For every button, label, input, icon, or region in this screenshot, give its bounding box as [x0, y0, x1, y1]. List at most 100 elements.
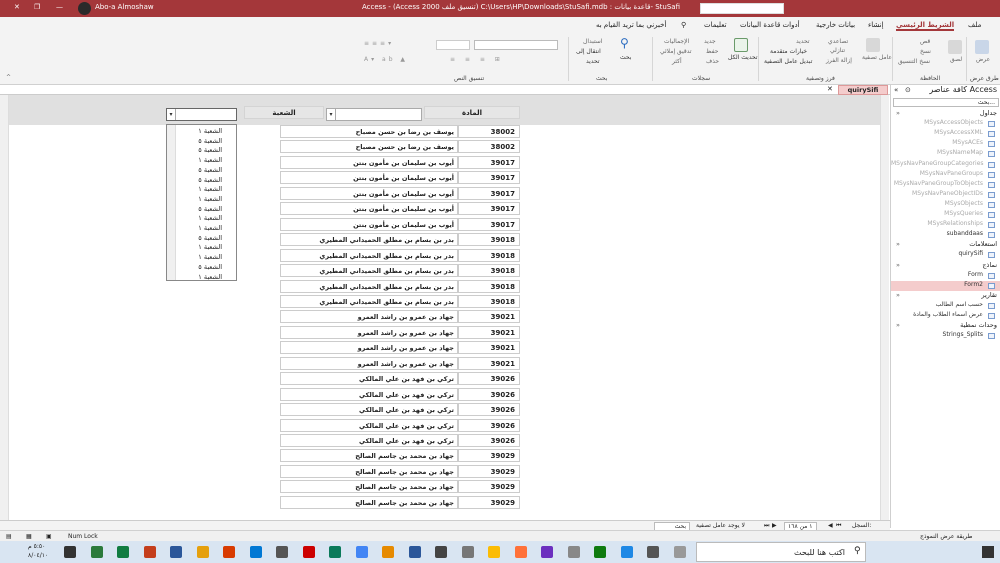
table-row[interactable]: جهاد بن عمرو بن راشد العمرو 39021: [0, 325, 880, 341]
table-row[interactable]: أيوب بن سليمان بن مأمون بنتن 39017: [0, 186, 880, 202]
tab-database-tools[interactable]: أدوات قاعدة البيانات: [740, 21, 800, 29]
shutter-bar-icon[interactable]: «: [894, 86, 898, 94]
table-row[interactable]: أيوب بن سليمان بن مأمون بنتن 39017: [0, 155, 880, 171]
tab-help[interactable]: تعليمات: [704, 21, 727, 29]
close-button[interactable]: ✕: [14, 3, 20, 11]
paste-icon[interactable]: [948, 40, 962, 54]
dropdown-option[interactable]: الشعبة ٥: [167, 176, 222, 185]
last-record-button[interactable]: ⏭: [764, 522, 769, 530]
tab-home[interactable]: الشريط الرئيسي: [896, 21, 955, 31]
taskbar-app-icon[interactable]: [143, 546, 156, 558]
chevron-down-icon[interactable]: ⊙: [905, 86, 911, 94]
taskbar-app-icon[interactable]: [329, 546, 341, 558]
find-icon[interactable]: ⚲: [620, 36, 629, 50]
format-painter-button[interactable]: نسخ التنسيق: [898, 58, 930, 65]
table-row[interactable]: بدر بن بسام بن مطلق الحميداني المطيري 390…: [0, 264, 880, 279]
dropdown-option[interactable]: الشعبة ١: [167, 273, 222, 281]
subject-combo[interactable]: ▾: [326, 108, 422, 121]
taskbar-app-icon[interactable]: [567, 546, 580, 558]
save-record-button[interactable]: حفظ: [706, 48, 718, 55]
table-row[interactable]: جهاد بن محمد بن جاسم الصالح 39029: [0, 464, 880, 480]
table-row[interactable]: جهاد بن عمرو بن راشد العمرو 39021: [0, 310, 880, 325]
previous-record-button[interactable]: ◀: [828, 522, 833, 529]
nav-item[interactable]: MSysNavPaneGroupToObjects: [891, 180, 1000, 190]
dropdown-option[interactable]: الشعبة ١: [167, 224, 222, 233]
student-id-field[interactable]: 38002: [458, 140, 520, 154]
taskbar-app-icon[interactable]: [90, 546, 103, 558]
taskbar-app-icon[interactable]: [488, 546, 500, 558]
table-row[interactable]: تركي بن فهد بن علي المالكي 39026: [0, 387, 880, 403]
title-search-input[interactable]: [700, 3, 784, 14]
chevron-down-icon[interactable]: ▾: [167, 109, 176, 120]
student-name-field[interactable]: جهاد بن عمرو بن راشد العمرو: [280, 325, 458, 339]
font-size-select[interactable]: [436, 40, 470, 50]
dropdown-option[interactable]: الشعبة ١: [167, 214, 222, 223]
student-id-field[interactable]: 39029: [458, 480, 520, 494]
nav-item[interactable]: MSysAccessXML: [891, 129, 1000, 139]
filter-icon[interactable]: [866, 38, 880, 52]
taskbar-app-icon[interactable]: [249, 546, 262, 558]
student-name-field[interactable]: بدر بن بسام بن مطلق الحميداني المطيري: [280, 279, 458, 293]
student-name-field[interactable]: جهاد بن عمرو بن راشد العمرو: [280, 356, 458, 370]
minimize-button[interactable]: —: [56, 3, 63, 11]
goto-button[interactable]: انتقال إلى: [576, 48, 601, 55]
student-name-field[interactable]: بدر بن بسام بن مطلق الحميداني المطيري: [280, 233, 458, 247]
sort-descending-button[interactable]: تنازلي: [830, 47, 845, 54]
layout-view-icon[interactable]: ▣: [46, 533, 52, 540]
dropdown-option[interactable]: الشعبة ٥: [167, 205, 222, 214]
nav-item[interactable]: subanddaas: [891, 230, 1000, 240]
taskbar-app-icon[interactable]: [594, 546, 606, 558]
student-name-field[interactable]: تركي بن فهد بن علي المالكي: [280, 372, 458, 386]
student-name-field[interactable]: يوسف بن رضا بن حسن مصباح: [280, 140, 458, 154]
nav-item[interactable]: MSysQueries: [891, 210, 1000, 220]
student-id-field[interactable]: 39018: [458, 264, 520, 278]
student-id-field[interactable]: 39017: [458, 217, 520, 231]
tab-file[interactable]: ملف: [968, 21, 981, 29]
dropdown-option[interactable]: الشعبة ١: [167, 195, 222, 204]
table-row[interactable]: أيوب بن سليمان بن مأمون بنتن 39017: [0, 202, 880, 217]
datasheet-view-icon[interactable]: ▦: [26, 533, 32, 540]
nav-section-header[interactable]: جداول: [891, 109, 1000, 119]
dropdown-option[interactable]: الشعبة ١: [167, 253, 222, 262]
dropdown-option[interactable]: الشعبة ٥: [167, 137, 222, 146]
more-button[interactable]: أكثر: [672, 58, 682, 65]
student-id-field[interactable]: 39017: [458, 202, 520, 216]
copy-button[interactable]: نسخ: [920, 48, 931, 55]
taskbar-search-input[interactable]: اكتب هنا للبحث: [696, 542, 866, 562]
student-name-field[interactable]: جهاد بن عمرو بن راشد العمرو: [280, 341, 458, 355]
nav-section-header[interactable]: استعلامات: [891, 240, 1000, 250]
student-id-field[interactable]: 39018: [458, 233, 520, 247]
new-record-button[interactable]: جديد: [704, 38, 716, 45]
section-combo[interactable]: ▾: [166, 108, 237, 121]
student-id-field[interactable]: 39017: [458, 186, 520, 200]
nav-item[interactable]: MSysNavPaneGroups: [891, 170, 1000, 180]
tell-me-input[interactable]: أخبرني بما تريد القيام به: [596, 21, 666, 29]
dropdown-option[interactable]: الشعبة ٥: [167, 166, 222, 175]
taskbar-app-icon[interactable]: [620, 546, 633, 558]
first-record-button[interactable]: ⏮: [836, 522, 841, 530]
table-row[interactable]: يوسف بن رضا بن حسن مصباح 38002: [0, 140, 880, 155]
spelling-button[interactable]: تدقيق إملائي: [660, 48, 692, 55]
taskbar-app-icon[interactable]: [435, 546, 447, 558]
nav-item[interactable]: quirySifi: [891, 250, 1000, 260]
nav-item[interactable]: عرض أسماء الطلاب والمادة: [891, 311, 1000, 321]
student-id-field[interactable]: 39026: [458, 372, 520, 386]
student-id-field[interactable]: 39017: [458, 155, 520, 169]
advanced-button[interactable]: خيارات متقدمة: [770, 48, 807, 55]
next-record-button[interactable]: ▶: [772, 522, 777, 529]
chevron-down-icon[interactable]: ▾: [327, 109, 336, 120]
clock-time[interactable]: ٥:٥٠ م: [28, 543, 45, 550]
student-name-field[interactable]: أيوب بن سليمان بن مأمون بنتن: [280, 186, 458, 200]
no-filter-indicator[interactable]: لا يوجد عامل تصفية: [696, 522, 745, 529]
taskbar-app-icon[interactable]: [276, 546, 288, 558]
tab-external-data[interactable]: بيانات خارجية: [816, 21, 855, 29]
student-id-field[interactable]: 39017: [458, 171, 520, 185]
student-id-field[interactable]: 39018: [458, 294, 520, 308]
dropdown-option[interactable]: الشعبة ١: [167, 156, 222, 165]
refresh-all-button[interactable]: تحديث الكل: [728, 54, 758, 61]
table-row[interactable]: جهاد بن عمرو بن راشد العمرو 39021: [0, 341, 880, 356]
student-id-field[interactable]: 39029: [458, 495, 520, 509]
taskbar-app-icon[interactable]: [355, 546, 368, 558]
selection-button[interactable]: تحديد: [796, 38, 810, 45]
nav-item[interactable]: MSysNameMap: [891, 149, 1000, 159]
